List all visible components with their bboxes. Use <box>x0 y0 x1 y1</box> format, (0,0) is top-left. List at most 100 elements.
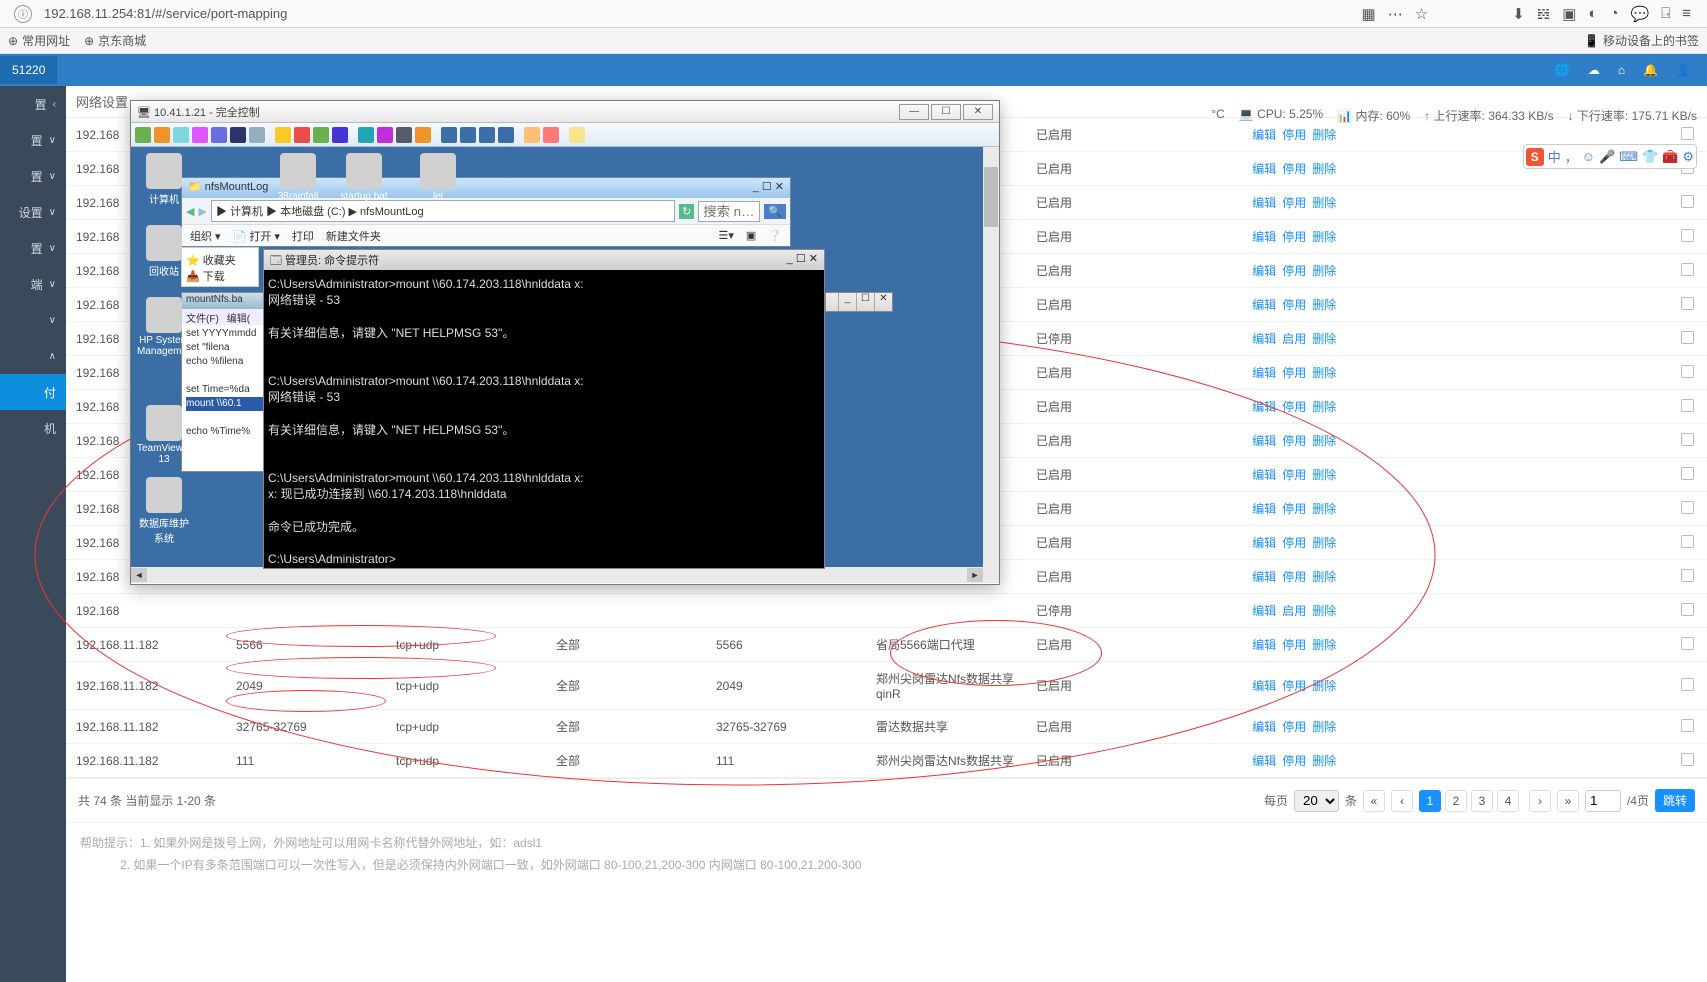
delete-link[interactable]: 删除 <box>1312 679 1336 693</box>
edit-link[interactable]: 编辑 <box>1252 264 1276 278</box>
ime-toolbox-icon[interactable]: 🧰 <box>1662 149 1678 165</box>
row-checkbox[interactable] <box>1681 399 1694 412</box>
pager-next[interactable]: › <box>1529 790 1551 812</box>
remote-desktop-window[interactable]: 🖥 10.41.1.21 - 完全控制 — ☐ ✕ <box>130 100 1000 585</box>
edit-link[interactable]: 编辑 <box>1252 196 1276 210</box>
explorer-favorites[interactable]: ⭐ 收藏夹 📥 下载 <box>181 247 259 287</box>
bell-icon[interactable]: 🔔 <box>1643 63 1658 77</box>
explorer-max-icon[interactable]: ☐ <box>762 181 772 193</box>
desktop-icon-HP System Managem…[interactable]: HP System Managem… <box>137 297 191 357</box>
toggle-link[interactable]: 停用 <box>1282 366 1306 380</box>
sidebar-item-4[interactable]: 置∨ <box>0 230 66 266</box>
rd-tool-icon[interactable] <box>192 127 208 143</box>
desktop-icon-38rainfall[interactable]: 38rainfall <box>271 153 325 202</box>
row-checkbox[interactable] <box>1681 195 1694 208</box>
sidebar-item-6[interactable]: ∨ <box>0 302 66 338</box>
delete-link[interactable]: 删除 <box>1312 366 1336 380</box>
rd-tool-icon[interactable] <box>524 127 540 143</box>
delete-link[interactable]: 删除 <box>1312 230 1336 244</box>
perpage-select[interactable]: 20 <box>1294 790 1339 812</box>
toggle-link[interactable]: 启用 <box>1282 604 1306 618</box>
ime-sogou-icon[interactable]: S <box>1526 148 1544 166</box>
row-checkbox[interactable] <box>1681 263 1694 276</box>
delete-link[interactable]: 删除 <box>1312 468 1336 482</box>
toggle-link[interactable]: 停用 <box>1282 230 1306 244</box>
rd-tool-icon[interactable] <box>543 127 559 143</box>
ime-smile-icon[interactable]: ☺ <box>1582 149 1595 164</box>
edit-link[interactable]: 编辑 <box>1252 536 1276 550</box>
edit-link[interactable]: 编辑 <box>1252 604 1276 618</box>
toggle-link[interactable]: 停用 <box>1282 720 1306 734</box>
goto-input[interactable] <box>1585 790 1621 812</box>
row-checkbox[interactable] <box>1681 297 1694 310</box>
toggle-link[interactable]: 停用 <box>1282 264 1306 278</box>
explorer-search[interactable] <box>698 201 760 222</box>
sidebar-item-1[interactable]: 置∨ <box>0 122 66 158</box>
qr-icon[interactable]: ▦ <box>1362 5 1376 23</box>
ime-settings-icon[interactable]: ⚙ <box>1682 149 1694 165</box>
toggle-link[interactable]: 停用 <box>1282 638 1306 652</box>
explorer-organize[interactable]: 组织 ▾ <box>190 228 221 244</box>
delete-link[interactable]: 删除 <box>1312 720 1336 734</box>
toggle-link[interactable]: 停用 <box>1282 400 1306 414</box>
delete-link[interactable]: 删除 <box>1312 502 1336 516</box>
delete-link[interactable]: 删除 <box>1312 434 1336 448</box>
cmd-titlebar[interactable]: 🗔 管理员: 命令提示符 _ ☐ ✕ <box>264 250 824 270</box>
page-1[interactable]: 1 <box>1419 790 1441 812</box>
edit-link[interactable]: 编辑 <box>1252 502 1276 516</box>
star-icon[interactable]: ☆ <box>1415 5 1428 23</box>
row-checkbox[interactable] <box>1681 365 1694 378</box>
explorer-min-icon[interactable]: _ <box>753 181 759 193</box>
goto-button[interactable]: 跳转 <box>1655 789 1695 812</box>
explorer-address[interactable]: ▶ 计算机 ▶ 本地磁盘 (C:) ▶ nfsMountLog <box>211 200 675 222</box>
rd-tool-icon[interactable] <box>498 127 514 143</box>
notepad-window[interactable]: mountNfs.ba 文件(F) 编辑( set YYYYmmddset "f… <box>181 292 271 472</box>
delete-link[interactable]: 删除 <box>1312 604 1336 618</box>
sidebar-item-0[interactable]: 置‹ <box>0 86 66 122</box>
ime-mic-icon[interactable]: 🎤 <box>1599 149 1615 165</box>
sidebar-item-7[interactable]: ∧ <box>0 338 66 374</box>
shield-icon[interactable]: ◐ <box>1588 5 1597 23</box>
delete-link[interactable]: 删除 <box>1312 570 1336 584</box>
delete-link[interactable]: 删除 <box>1312 536 1336 550</box>
row-checkbox[interactable] <box>1681 229 1694 242</box>
screenshot-icon[interactable]: ▣ <box>1562 5 1576 23</box>
edit-link[interactable]: 编辑 <box>1252 570 1276 584</box>
toggle-link[interactable]: 停用 <box>1282 128 1306 142</box>
scroll-left-icon[interactable]: ◄ <box>131 568 147 582</box>
help-icon[interactable]: ❔ <box>768 229 782 242</box>
pager-last[interactable]: » <box>1557 790 1579 812</box>
rd-tool-icon[interactable] <box>358 127 374 143</box>
desktop-icon-TeamViewer 13[interactable]: TeamViewer 13 <box>137 405 191 465</box>
edit-link[interactable]: 编辑 <box>1252 754 1276 768</box>
delete-link[interactable]: 删除 <box>1312 638 1336 652</box>
share-icon[interactable]: ⍈ <box>1661 5 1670 23</box>
rd-close-button[interactable]: ✕ <box>963 104 993 120</box>
bookmark-jd[interactable]: ⊕ 京东商城 <box>84 32 146 49</box>
scroll-right-icon[interactable]: ► <box>967 568 983 582</box>
delete-link[interactable]: 删除 <box>1312 400 1336 414</box>
notepad-edit-menu[interactable]: 编辑( <box>227 310 250 324</box>
toggle-link[interactable]: 停用 <box>1282 570 1306 584</box>
desktop-icon-startup.bat[interactable]: startup.bat <box>337 153 391 202</box>
edit-link[interactable]: 编辑 <box>1252 400 1276 414</box>
ime-zhong[interactable]: 中 <box>1548 147 1561 166</box>
bookmark-common[interactable]: ⊕ 常用网址 <box>8 32 70 49</box>
row-checkbox[interactable] <box>1681 127 1694 140</box>
row-checkbox[interactable] <box>1681 535 1694 548</box>
nav-fwd-icon[interactable]: ▶ <box>198 205 206 218</box>
cmd-min-icon[interactable]: _ <box>787 253 793 265</box>
page-2[interactable]: 2 <box>1445 790 1467 812</box>
toggle-link[interactable]: 停用 <box>1282 679 1306 693</box>
person-icon[interactable]: ◔ <box>1609 5 1618 23</box>
rd-minimize-button[interactable]: — <box>899 104 929 120</box>
row-checkbox[interactable] <box>1681 603 1694 616</box>
desktop-icon-回收站[interactable]: 回收站 <box>137 225 191 278</box>
sidebar-item-8[interactable]: 付 <box>0 374 66 410</box>
delete-link[interactable]: 删除 <box>1312 128 1336 142</box>
rd-vscrollbar[interactable] <box>983 147 999 583</box>
delete-link[interactable]: 删除 <box>1312 754 1336 768</box>
edit-link[interactable]: 编辑 <box>1252 720 1276 734</box>
rd-tool-icon[interactable] <box>479 127 495 143</box>
delete-link[interactable]: 删除 <box>1312 264 1336 278</box>
